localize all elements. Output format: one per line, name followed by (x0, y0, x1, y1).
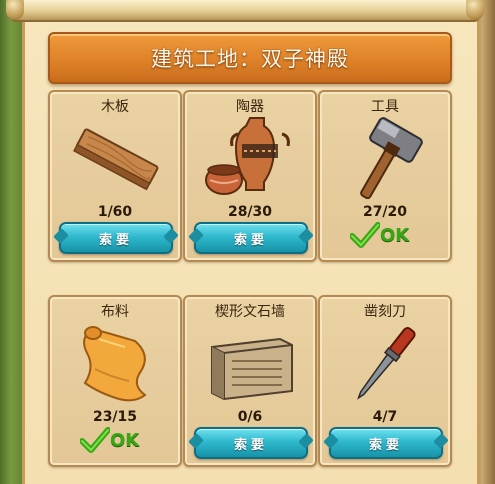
item-count: 4/7 (372, 409, 398, 425)
checkmark-icon (80, 427, 110, 453)
item-card-wood: 木板 1/60 索要 (48, 90, 182, 262)
item-card-tools: 工具 27/20 OK (318, 90, 452, 262)
request-button-cuneiform-wall[interactable]: 索要 (194, 427, 308, 459)
request-button-pottery[interactable]: 索要 (194, 222, 308, 254)
scroll-knob-left (6, 0, 24, 20)
item-name: 凿刻刀 (364, 304, 406, 320)
item-count: 28/30 (227, 204, 273, 220)
item-card-cloth: 布料 23/15 OK (48, 295, 182, 467)
item-name: 楔形文石墙 (215, 304, 285, 320)
wood-plank-icon (73, 128, 159, 191)
item-count: 0/6 (237, 409, 263, 425)
page-title: 建筑工地：双子神殿 (151, 47, 349, 71)
title-bar: 建筑工地：双子神殿 (48, 32, 452, 84)
ok-label: OK (110, 429, 140, 451)
item-name: 木板 (101, 99, 129, 115)
item-count: 27/20 (362, 204, 408, 220)
request-button-chisel[interactable]: 索要 (329, 427, 443, 459)
cloth-roll-icon (83, 326, 147, 402)
item-card-chisel: 凿刻刀 4/7 索要 (318, 295, 452, 467)
item-count: 23/15 (92, 409, 138, 425)
request-button-wood[interactable]: 索要 (59, 222, 173, 254)
ok-label: OK (380, 224, 410, 246)
checkmark-icon (350, 222, 380, 248)
pottery-icon (205, 117, 290, 195)
item-count: 1/60 (97, 204, 133, 220)
ok-badge: OK (350, 220, 409, 250)
scroll-knob-right (466, 0, 484, 20)
hammer-icon (360, 117, 423, 200)
item-name: 工具 (371, 99, 399, 115)
item-card-pottery: 陶器 28/30 索要 (183, 90, 317, 262)
ok-badge: OK (80, 425, 139, 455)
item-name: 布料 (101, 304, 129, 320)
item-card-cuneiform-wall: 楔形文石墙 0/6 索要 (183, 295, 317, 467)
chisel-icon (357, 327, 416, 400)
item-name: 陶器 (236, 99, 264, 115)
scroll-top-edge (6, 0, 484, 22)
cuneiform-wall-icon (211, 337, 293, 401)
